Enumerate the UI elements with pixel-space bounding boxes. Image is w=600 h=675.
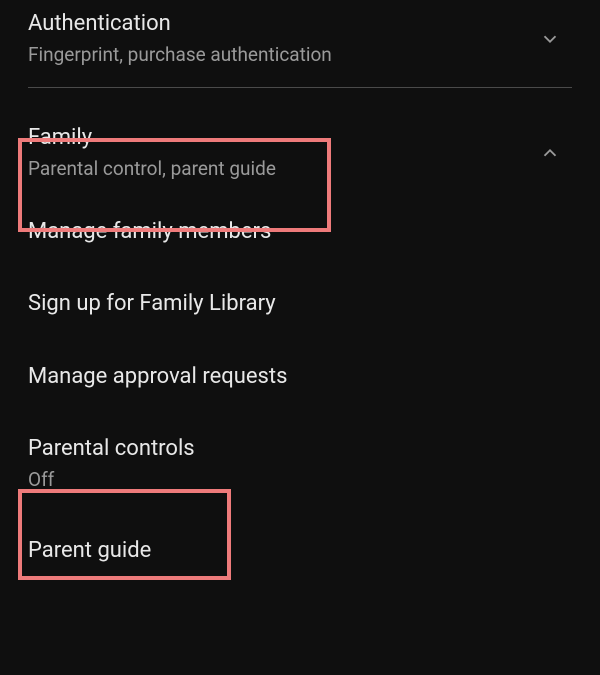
parent-guide-item[interactable]: Parent guide (0, 515, 600, 588)
manage-approval-requests-item[interactable]: Manage approval requests (0, 341, 600, 414)
item-label: Sign up for Family Library (28, 290, 572, 319)
authentication-subtitle: Fingerprint, purchase authentication (28, 43, 538, 68)
item-label: Parent guide (28, 537, 572, 566)
authentication-header-text: Authentication Fingerprint, purchase aut… (28, 10, 538, 67)
chevron-down-icon (538, 27, 562, 51)
authentication-title: Authentication (28, 10, 538, 39)
item-label: Parental controls (28, 435, 572, 464)
item-status: Off (28, 468, 572, 493)
family-title: Family (28, 124, 538, 153)
settings-list: Authentication Fingerprint, purchase aut… (0, 0, 600, 587)
sign-up-family-library-item[interactable]: Sign up for Family Library (0, 268, 600, 341)
item-label: Manage approval requests (28, 363, 572, 392)
divider (28, 87, 572, 88)
authentication-section-header[interactable]: Authentication Fingerprint, purchase aut… (0, 0, 600, 81)
item-label: Manage family members (28, 218, 572, 247)
family-header-text: Family Parental control, parent guide (28, 124, 538, 181)
manage-family-members-item[interactable]: Manage family members (0, 196, 600, 269)
family-section-header[interactable]: Family Parental control, parent guide (0, 94, 600, 195)
family-subtitle: Parental control, parent guide (28, 157, 538, 182)
chevron-up-icon (538, 141, 562, 165)
parental-controls-item[interactable]: Parental controls Off (0, 413, 600, 514)
